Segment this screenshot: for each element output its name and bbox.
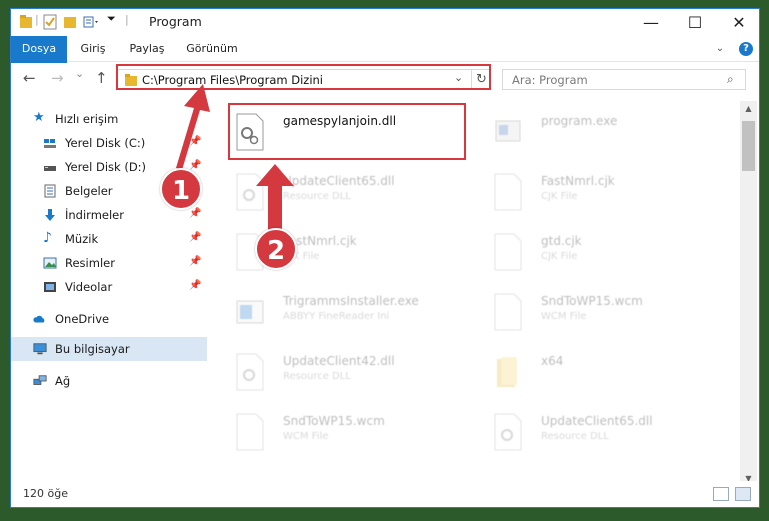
annotation-arrows: [176, 84, 294, 232]
step-badge-2: 2: [255, 228, 297, 270]
step-badge-1: 1: [160, 168, 202, 210]
arrow-1-icon: [176, 84, 210, 170]
arrow-2-icon: [256, 164, 294, 232]
